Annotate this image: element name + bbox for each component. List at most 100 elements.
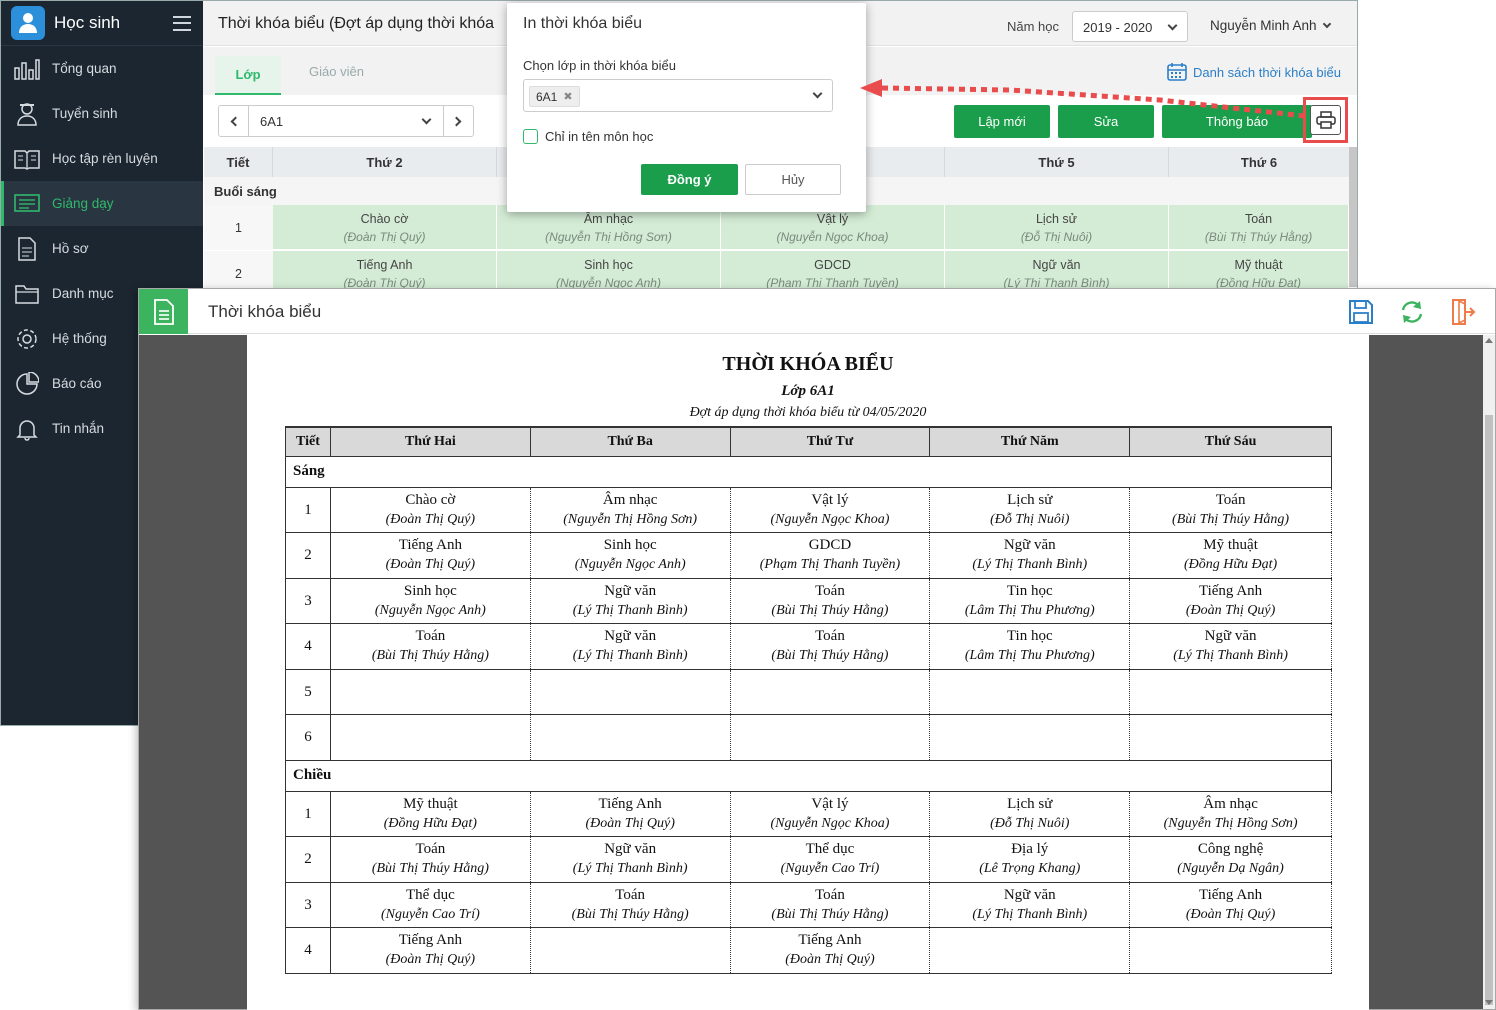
sidebar-item[interactable]: Tổng quan bbox=[1, 46, 203, 91]
teacher: (Lâm Thị Thu Phương) bbox=[964, 648, 1095, 664]
timetable-cell bbox=[1129, 668, 1332, 715]
timetable-cell: Ngữ văn (Lý Thị Thanh Bình) bbox=[929, 532, 1131, 579]
tab-teacher[interactable]: Giáo viên bbox=[309, 64, 364, 79]
period-number: 3 bbox=[285, 577, 331, 624]
grid-scrollbar[interactable] bbox=[1349, 147, 1357, 287]
chevron-down-icon[interactable] bbox=[421, 114, 432, 125]
subject: Sinh học bbox=[584, 258, 633, 272]
teacher: (Lý Thị Thanh Bình) bbox=[1173, 648, 1288, 664]
grid-header-cell: Tiết bbox=[204, 147, 273, 177]
timetable-row: 5 bbox=[285, 668, 1332, 715]
timetable-cell: Mỹ thuật (Đồng Hữu Đạt) bbox=[329, 790, 531, 837]
teacher: (Nguyễn Ngọc Khoa) bbox=[770, 511, 890, 527]
subject: Ngữ văn bbox=[1204, 628, 1257, 645]
teacher: (Đoàn Thị Quý) bbox=[785, 952, 875, 968]
teacher: (Đoàn Thị Quý) bbox=[1185, 906, 1276, 922]
timetable-cell: Lịch sử (Đỗ Thị Nuôi) bbox=[929, 486, 1131, 533]
school-year-value: 2019 - 2020 bbox=[1083, 20, 1153, 35]
subject: Âm nhạc bbox=[1203, 795, 1258, 812]
school-year-label: Năm học bbox=[1007, 19, 1060, 34]
school-year-select[interactable]: 2019 - 2020 bbox=[1072, 11, 1188, 42]
grid-header-cell: Thứ 2 bbox=[273, 147, 497, 177]
subject: Tiếng Anh bbox=[1198, 886, 1263, 903]
remove-chip-icon[interactable]: ✖ bbox=[563, 90, 572, 103]
subject-only-checkbox[interactable]: Chỉ in tên môn học bbox=[523, 129, 653, 144]
sidebar-item[interactable]: Giảng dạy bbox=[1, 181, 203, 226]
sidebar-item-label: Học tập rèn luyện bbox=[52, 151, 158, 166]
grid-cell[interactable]: Toán (Bùi Thị Thúy Hằng) bbox=[1169, 205, 1349, 250]
document-class: Lớp 6A1 bbox=[781, 383, 835, 399]
save-icon[interactable] bbox=[1347, 298, 1375, 326]
scroll-thumb[interactable] bbox=[1485, 415, 1493, 1005]
subject: Tin học bbox=[1006, 582, 1053, 599]
header-cell: Thứ Tư bbox=[729, 426, 931, 457]
subject: Ngữ văn bbox=[604, 841, 657, 858]
preview-toolbar: Thời khóa biểu bbox=[139, 289, 1495, 334]
teacher: (Bùi Thị Thúy Hằng) bbox=[571, 906, 689, 922]
session-label: Chiều bbox=[285, 759, 1332, 792]
menu-toggle-icon[interactable] bbox=[173, 15, 191, 31]
prev-class-button[interactable] bbox=[219, 106, 249, 136]
document-title: THỜI KHÓA BIỂU bbox=[722, 353, 894, 375]
exit-icon[interactable] bbox=[1449, 298, 1477, 326]
subject: Vật lý bbox=[811, 795, 849, 812]
subject: GDCD bbox=[814, 258, 851, 272]
sidebar-item-label: Giảng dạy bbox=[52, 196, 114, 211]
teacher: (Đỗ Thị Nuôi) bbox=[1020, 230, 1093, 244]
chevron-down-icon bbox=[1167, 20, 1178, 31]
selected-class-chip: 6A1 ✖ bbox=[529, 86, 580, 107]
session-row: Sáng bbox=[285, 455, 1332, 488]
timetable-cell: Tiếng Anh (Đoàn Thị Quý) bbox=[529, 790, 731, 837]
user-menu[interactable]: Nguyễn Minh Anh bbox=[1210, 18, 1332, 33]
sidebar-item[interactable]: Hồ sơ bbox=[1, 226, 203, 271]
confirm-button[interactable]: Đồng ý bbox=[641, 164, 738, 195]
print-page: THỜI KHÓA BIỂU Lớp 6A1 Đợt áp dụng thời … bbox=[247, 335, 1369, 1010]
brand: Học sinh bbox=[1, 1, 203, 46]
teacher: (Lâm Thị Thu Phương) bbox=[964, 602, 1095, 618]
timetable-cell: Ngữ văn (Lý Thị Thanh Bình) bbox=[529, 577, 731, 624]
book-icon bbox=[13, 145, 41, 173]
subject: Chào cờ bbox=[360, 212, 409, 226]
chevron-down-icon[interactable] bbox=[812, 88, 823, 99]
subject: Tiếng Anh bbox=[798, 932, 862, 949]
scroll-up-icon[interactable] bbox=[1485, 338, 1493, 343]
teacher: (Nguyễn Ngọc Khoa) bbox=[776, 230, 889, 244]
timetable-header-row: Tiết Thứ Hai Thứ Ba Thứ Tư Thứ Năm Thứ S… bbox=[285, 426, 1332, 457]
grid-cell[interactable]: Chào cờ (Đoàn Thị Quý) bbox=[273, 205, 497, 250]
document-date: Đợt áp dụng thời khóa biểu từ 04/05/2020 bbox=[689, 405, 927, 420]
grid-header-cell: Thứ 5 bbox=[945, 147, 1169, 177]
preview-canvas: THỜI KHÓA BIỂU Lớp 6A1 Đợt áp dụng thời … bbox=[139, 335, 1483, 1010]
subject: Công nghệ bbox=[1197, 841, 1264, 858]
period-number: 3 bbox=[285, 881, 331, 928]
checkbox-icon[interactable] bbox=[523, 129, 538, 144]
sidebar-item-label: Tổng quan bbox=[52, 61, 117, 76]
subject: Toán bbox=[1244, 212, 1273, 226]
teacher: (Bùi Thị Thúy Hằng) bbox=[771, 906, 889, 922]
grid-cell[interactable]: Lịch sử (Đỗ Thị Nuôi) bbox=[945, 205, 1169, 250]
sidebar-item[interactable]: Tuyển sinh bbox=[1, 91, 203, 136]
refresh-icon[interactable] bbox=[1398, 298, 1426, 326]
subject: Toán bbox=[1215, 491, 1246, 508]
teacher: (Nguyễn Thị Hồng Sơn) bbox=[1163, 815, 1298, 831]
scroll-down-icon[interactable] bbox=[1485, 1000, 1493, 1005]
teacher: (Đồng Hữu Đạt) bbox=[383, 815, 477, 831]
timetable-cell: Toán (Bùi Thị Thúy Hằng) bbox=[729, 623, 931, 670]
cancel-button[interactable]: Hủy bbox=[745, 164, 841, 195]
timetable-cell: Tiếng Anh (Đoàn Thị Quý) bbox=[329, 927, 531, 974]
subject: Ngữ văn bbox=[1032, 258, 1081, 272]
user-logo-icon bbox=[11, 6, 45, 40]
subject: Ngữ văn bbox=[604, 628, 657, 645]
next-class-button[interactable] bbox=[443, 106, 473, 136]
class-select-value[interactable]: 6A1 bbox=[260, 114, 283, 129]
timetable-cell: Tiếng Anh (Đoàn Thị Quý) bbox=[1129, 577, 1332, 624]
sidebar-item-label: Danh mục bbox=[52, 286, 114, 301]
bell-icon bbox=[13, 415, 41, 443]
tab-class[interactable]: Lớp bbox=[215, 56, 281, 95]
teacher: (Nguyễn Dạ Ngân) bbox=[1177, 861, 1284, 877]
session-label: Sáng bbox=[285, 455, 1332, 488]
class-multiselect[interactable]: 6A1 ✖ bbox=[523, 79, 833, 112]
timetable-row: 1 Mỹ thuật (Đồng Hữu Đạt) Tiếng Anh (Đoàn Th… bbox=[285, 790, 1332, 837]
sidebar-item[interactable]: Học tập rèn luyện bbox=[1, 136, 203, 181]
timetable-cell bbox=[729, 668, 931, 715]
preview-scrollbar[interactable] bbox=[1483, 335, 1495, 1009]
